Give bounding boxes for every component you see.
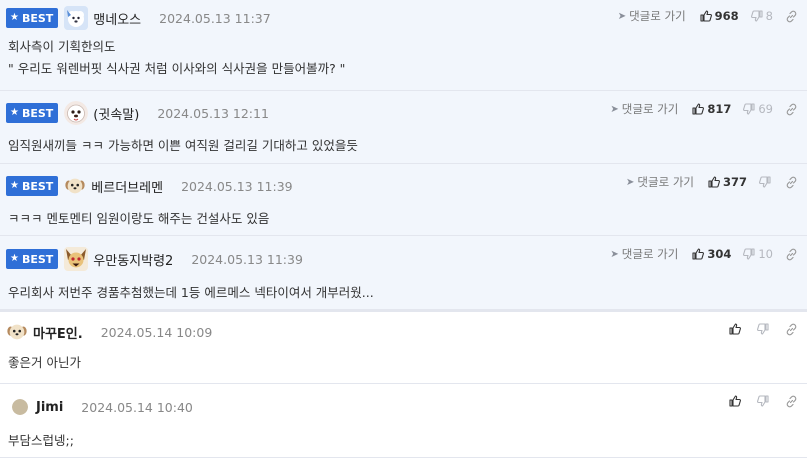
comment-item: 마꾸E인. 2024.05.14 10:09 좋은거 아닌가 — [0, 310, 807, 384]
go-to-reply-link[interactable]: ➤ 댓글로 가기 — [610, 246, 678, 262]
go-to-reply-link[interactable]: ➤ 댓글로 가기 — [618, 8, 686, 24]
comment-item: ★ BEST (귓속말) 2024.05.13 12:11 ➤ 댓글로 가기 817… — [0, 91, 807, 164]
link-icon[interactable] — [785, 103, 798, 116]
avatar[interactable] — [64, 6, 89, 30]
comment-item: Jimi 2024.05.14 10:40 부담스럽넹;; — [0, 384, 807, 458]
avatar[interactable] — [64, 101, 89, 125]
dislike-button[interactable] — [759, 176, 771, 188]
best-badge: ★ BEST — [6, 176, 59, 196]
go-to-reply-link[interactable]: ➤ 댓글로 가기 — [626, 174, 694, 190]
like-button[interactable]: 817 — [692, 102, 731, 116]
comment-body: 부담스럽넹;; — [8, 433, 74, 448]
comment-item: ★ BEST 우만동지박령2 2024.05.13 11:39 ➤ 댓글로 가기 3… — [0, 236, 807, 310]
like-button[interactable]: 377 — [708, 175, 747, 189]
nickname[interactable]: 우만동지박령2 — [93, 250, 173, 269]
send-icon: ➤ — [610, 103, 619, 115]
thumbs-up-icon — [729, 395, 741, 407]
comment-date: 2024.05.13 11:37 — [159, 10, 271, 26]
comment-body: 임직원새끼들 ㅋㅋ 가능하면 이쁜 여직원 걸리길 기대하고 있었을듯 — [8, 138, 358, 153]
thumbs-up-icon — [708, 176, 720, 188]
thumbs-down-icon — [759, 176, 771, 188]
nickname[interactable]: 베르더브레멘 — [91, 177, 163, 196]
avatar[interactable] — [12, 399, 28, 415]
link-icon[interactable] — [785, 10, 798, 23]
thumbs-up-icon — [729, 323, 741, 335]
star-icon: ★ — [10, 253, 19, 264]
comment-body: 우리회사 저번주 경품추첨했는데 1등 에르메스 넥타이여서 개부러웠... — [8, 285, 374, 300]
star-icon: ★ — [10, 107, 19, 118]
thumbs-down-icon — [750, 10, 763, 22]
like-button[interactable]: 968 — [700, 9, 739, 23]
like-button[interactable]: 304 — [692, 247, 731, 261]
best-badge: ★ BEST — [6, 103, 59, 123]
dislike-button[interactable]: 69 — [743, 102, 773, 116]
avatar[interactable] — [64, 175, 86, 197]
comment-list: ★ BEST 맹네오스 2024.05.13 11:37 ➤ 댓글로 가기 968 … — [0, 0, 807, 458]
nickname[interactable]: 맹네오스 — [93, 9, 141, 28]
dislike-button[interactable] — [757, 395, 769, 407]
comment-body: ㅋㅋㅋ 멘토멘티 임원이랑도 해주는 건설사도 있음 — [8, 211, 270, 226]
thumbs-up-icon — [692, 103, 705, 115]
dislike-button[interactable]: 8 — [750, 9, 773, 23]
comment-date: 2024.05.13 11:39 — [181, 178, 293, 194]
thumbs-down-icon — [743, 248, 755, 260]
thumbs-down-icon — [757, 323, 769, 335]
best-badge: ★ BEST — [6, 8, 59, 28]
comment-date: 2024.05.14 10:40 — [81, 399, 193, 415]
like-button[interactable] — [729, 323, 741, 335]
comment-item: ★ BEST 베르더브레멘 2024.05.13 11:39 ➤ 댓글로 가기 37… — [0, 164, 807, 236]
nickname[interactable]: (귓속말) — [93, 104, 139, 123]
comment-item: ★ BEST 맹네오스 2024.05.13 11:37 ➤ 댓글로 가기 968 … — [0, 0, 807, 91]
best-badge: ★ BEST — [6, 249, 59, 269]
star-icon: ★ — [10, 12, 19, 23]
comment-date: 2024.05.13 12:11 — [157, 105, 269, 121]
send-icon: ➤ — [626, 176, 635, 188]
star-icon: ★ — [10, 180, 19, 191]
link-icon[interactable] — [785, 176, 798, 189]
link-icon[interactable] — [785, 395, 798, 408]
nickname[interactable]: 마꾸E인. — [33, 323, 83, 342]
comment-body: 회사측이 기획한의도 " 우리도 워렌버핏 식사권 처럼 이사와의 식사권을 만… — [8, 39, 346, 76]
thumbs-down-icon — [757, 395, 769, 407]
nickname[interactable]: Jimi — [36, 400, 63, 415]
comment-body: 좋은거 아닌가 — [8, 355, 81, 370]
thumbs-down-icon — [743, 103, 755, 115]
avatar[interactable] — [6, 321, 28, 343]
send-icon: ➤ — [617, 10, 627, 22]
comment-date: 2024.05.14 10:09 — [100, 324, 213, 340]
link-icon[interactable] — [785, 323, 798, 336]
avatar[interactable] — [64, 247, 89, 271]
like-button[interactable] — [729, 395, 741, 407]
comment-date: 2024.05.13 11:39 — [191, 251, 303, 267]
send-icon: ➤ — [610, 248, 619, 260]
dislike-button[interactable] — [757, 323, 769, 335]
thumbs-up-icon — [700, 10, 712, 22]
go-to-reply-link[interactable]: ➤ 댓글로 가기 — [610, 101, 678, 117]
link-icon[interactable] — [785, 248, 798, 261]
thumbs-up-icon — [692, 248, 705, 260]
dislike-button[interactable]: 10 — [743, 247, 773, 261]
